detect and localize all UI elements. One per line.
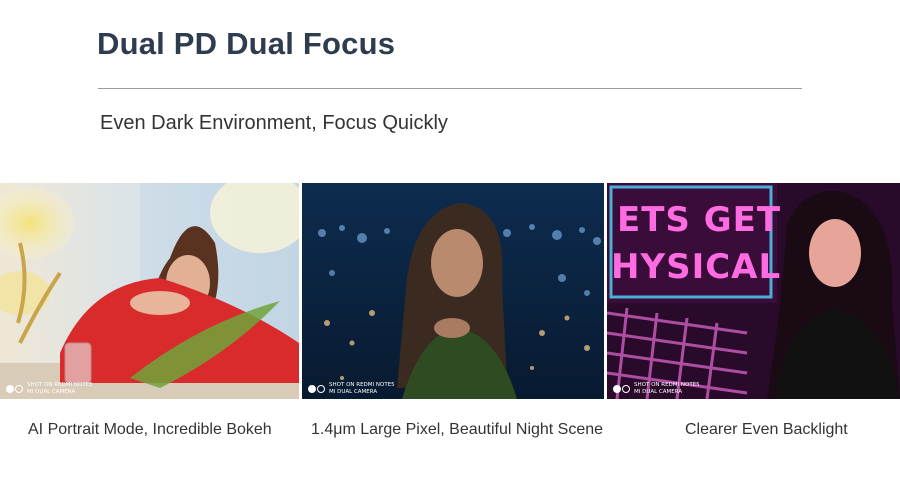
camera-watermark: SHOT ON REDMI NOTE5 MI DUAL CAMERA (6, 382, 93, 395)
caption-night-scene: 1.4μm Large Pixel, Beautiful Night Scene (311, 421, 604, 438)
dual-camera-icon (308, 384, 325, 393)
backlight-illustration: ETS GET HYSICAL (607, 183, 900, 399)
night-scene-photo: SHOT ON REDMI NOTE5 MI DUAL CAMERA (302, 183, 604, 399)
night-scene-illustration (302, 183, 604, 399)
page-subtitle: Even Dark Environment, Focus Quickly (100, 112, 448, 134)
title-divider (98, 88, 802, 89)
svg-text:HYSICAL: HYSICAL (611, 247, 781, 287)
caption-backlight: Clearer Even Backlight (685, 421, 848, 438)
backlight-photo: ETS GET HYSICAL SHOT ON REDMI NOTE5 MI D… (607, 183, 900, 399)
dual-camera-icon (613, 384, 630, 393)
svg-text:ETS GET: ETS GET (617, 200, 781, 240)
camera-watermark: SHOT ON REDMI NOTE5 MI DUAL CAMERA (613, 382, 700, 395)
portrait-mode-illustration (0, 183, 299, 399)
page-title: Dual PD Dual Focus (97, 26, 396, 61)
caption-portrait-mode: AI Portrait Mode, Incredible Bokeh (28, 421, 272, 438)
portrait-mode-photo: SHOT ON REDMI NOTE5 MI DUAL CAMERA (0, 183, 299, 399)
camera-watermark: SHOT ON REDMI NOTE5 MI DUAL CAMERA (308, 382, 395, 395)
dual-camera-icon (6, 384, 23, 393)
